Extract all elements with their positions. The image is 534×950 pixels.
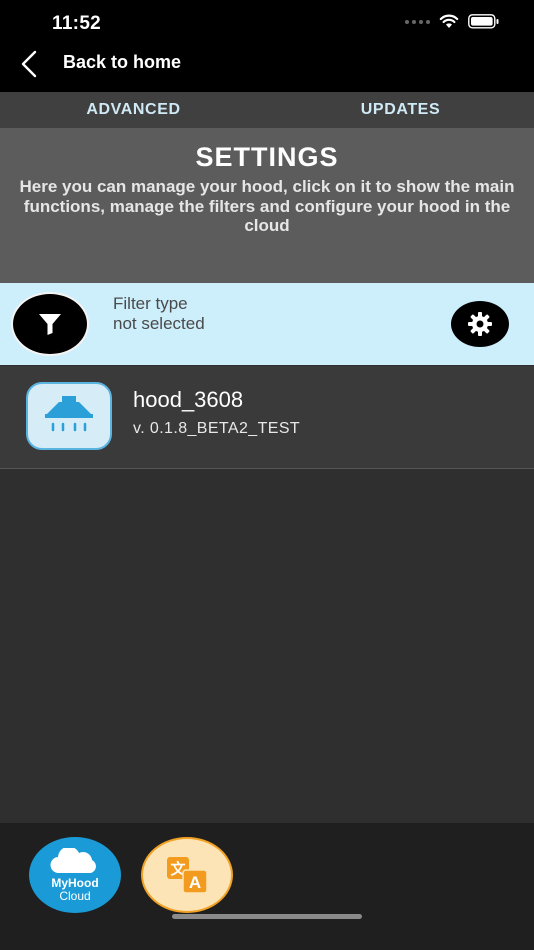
wifi-icon [439, 14, 459, 28]
myhood-subtitle: Cloud [59, 889, 91, 903]
filter-row[interactable]: Filter type not selected [0, 283, 534, 365]
hood-icon[interactable] [26, 382, 112, 450]
gear-icon [468, 312, 492, 336]
filter-settings-button[interactable] [451, 301, 509, 347]
status-icons [405, 14, 500, 29]
back-to-home-button[interactable]: Back to home [63, 52, 181, 73]
tab-bar: ADVANCED UPDATES [0, 92, 534, 128]
settings-description: Here you can manage your hood, click on … [19, 177, 515, 235]
myhood-title: MyHood [51, 876, 99, 890]
language-button[interactable]: 文 A [141, 837, 233, 913]
translate-icon: 文 A [167, 857, 208, 894]
cellular-signal-icon [405, 19, 430, 24]
device-list-item[interactable]: hood_3608 v. 0.1.8_BETA2_TEST [0, 366, 534, 469]
bottom-bar: MyHood Cloud 文 A [0, 823, 534, 950]
tab-advanced[interactable]: ADVANCED [0, 92, 267, 128]
filter-type-value: not selected [113, 314, 205, 333]
page-title: SETTINGS [195, 142, 339, 172]
svg-text:A: A [189, 873, 201, 892]
myhood-cloud-button[interactable]: MyHood Cloud [29, 837, 121, 913]
tab-updates[interactable]: UPDATES [267, 92, 534, 128]
device-name: hood_3608 [133, 387, 244, 412]
navigation-bar: Back to home [0, 46, 534, 92]
filter-icon[interactable] [13, 294, 87, 354]
device-version: v. 0.1.8_BETA2_TEST [133, 420, 301, 437]
home-indicator[interactable] [172, 914, 362, 919]
status-bar: 11:52 [0, 0, 534, 46]
status-time: 11:52 [52, 13, 102, 34]
battery-icon [468, 14, 499, 29]
filter-type-label: Filter type [113, 294, 188, 313]
settings-header: SETTINGS Here you can manage your hood, … [0, 128, 534, 283]
back-chevron-icon[interactable] [18, 49, 40, 79]
cloud-icon [50, 848, 96, 874]
